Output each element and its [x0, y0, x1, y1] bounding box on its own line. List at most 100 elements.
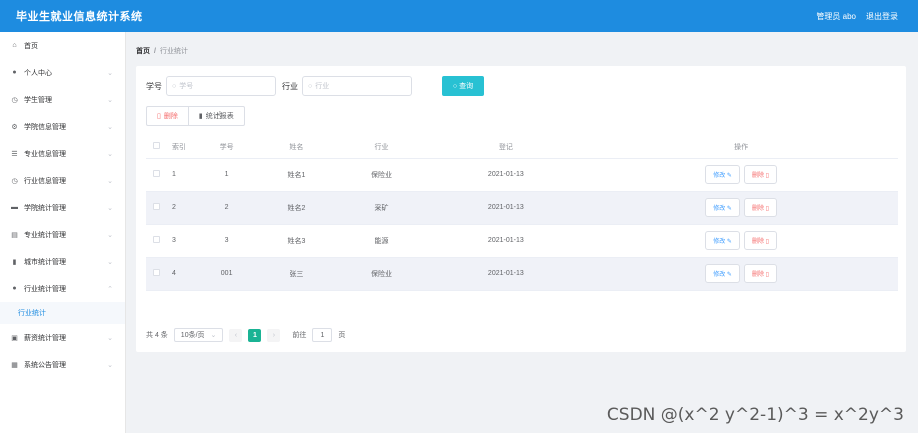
cell-name: 姓名3 — [257, 224, 336, 258]
cell-index: 3 — [166, 224, 196, 258]
sidebar-item-label: 专业信息管理 — [24, 150, 66, 158]
cell-xuehao: 1 — [196, 158, 258, 192]
sidebar-item-label: 学生管理 — [24, 96, 52, 104]
chevron-down-icon: ⌄ — [107, 258, 113, 266]
logout-link[interactable]: 退出登录 — [866, 11, 898, 22]
hand-cursor-icon: ☝ — [214, 110, 222, 122]
cell-name: 姓名2 — [257, 191, 336, 225]
pagination: 共 4 条 10条/页 ⌄ ‹ 1 › 前往 1 页 — [146, 328, 345, 342]
select-all-checkbox[interactable] — [146, 136, 166, 159]
sidebar-item-major-stats[interactable]: ▤ 专业统计管理 ⌄ — [0, 221, 125, 248]
edit-button[interactable]: 修改 ✎ — [705, 264, 740, 283]
chevron-down-icon: ⌄ — [107, 96, 113, 104]
sidebar-item-college-info[interactable]: ⚙ 学院信息管理 ⌄ — [0, 113, 125, 140]
cell-index: 1 — [166, 158, 196, 192]
home-icon: ⌂ — [12, 42, 17, 49]
sidebar-item-profile[interactable]: ● 个人中心 ⌄ — [0, 59, 125, 86]
sidebar-item-industry-info[interactable]: ◷ 行业信息管理 ⌄ — [0, 167, 125, 194]
cell-industry: 保险业 — [335, 257, 428, 291]
query-button-label: 查询 — [459, 83, 474, 90]
breadcrumb-separator: / — [154, 47, 156, 55]
row-delete-button[interactable]: 删除 ▯ — [743, 165, 777, 184]
cell-index: 2 — [166, 191, 196, 225]
sidebar: ⌂ 首页 ● 个人中心 ⌄ ◷ 学生管理 ⌄ ⚙ 学院信息管理 ⌄ ☰ 专业信息… — [0, 32, 126, 433]
row-delete-button[interactable]: 删除 ▯ — [743, 264, 777, 283]
edit-button[interactable]: 修改 ✎ — [705, 198, 740, 217]
breadcrumb-current: 行业统计 — [159, 48, 188, 55]
column-header: 操作 — [584, 136, 898, 159]
sidebar-item-college-stats[interactable]: ▬ 学院统计管理 ⌄ — [0, 194, 125, 221]
xuehao-input[interactable]: ○ 学号 — [166, 76, 276, 96]
cell-actions: 修改 ✎ 删除 ▯ — [584, 191, 898, 225]
breadcrumb-home[interactable]: 首页 — [136, 46, 150, 56]
bar-chart-icon: ▮ — [12, 258, 17, 266]
stat-report-button[interactable]: ▮ 统计报表 ☝ — [188, 106, 245, 126]
edit-button[interactable]: 修改 ✎ — [705, 165, 740, 184]
page-size-select[interactable]: 10条/页 ⌄ — [173, 328, 224, 342]
admin-user-label[interactable]: 管理员 abo — [816, 11, 856, 22]
chevron-down-icon: ⌄ — [107, 231, 113, 239]
search-icon: ○ — [308, 82, 313, 90]
gear-icon: ⚙ — [11, 123, 18, 131]
chevron-up-icon: ⌃ — [107, 285, 113, 293]
sidebar-item-salary-stats[interactable]: ▣ 薪资统计管理 ⌄ — [0, 324, 125, 351]
sidebar-item-label: 学院信息管理 — [24, 123, 66, 131]
breadcrumb: 首页 / 行业统计 — [136, 46, 188, 56]
hangye-input[interactable]: ○ 行业 — [302, 76, 412, 96]
sidebar-item-label: 行业统计管理 — [24, 285, 66, 293]
sidebar-item-home[interactable]: ⌂ 首页 — [0, 32, 125, 59]
chevron-down-icon: ⌄ — [107, 334, 113, 342]
briefcase-icon: ▬ — [11, 204, 18, 211]
sidebar-item-city-stats[interactable]: ▮ 城市统计管理 ⌄ — [0, 248, 125, 275]
sidebar-item-industry-stats[interactable]: ● 行业统计管理 ⌃ — [0, 275, 125, 302]
sidebar-item-label: 学院统计管理 — [24, 204, 66, 212]
document-icon: ▤ — [11, 231, 18, 239]
goto-page-input[interactable]: 1 — [312, 328, 333, 342]
cell-name: 姓名1 — [257, 158, 336, 192]
cell-xuehao: 2 — [196, 191, 258, 225]
row-delete-button[interactable]: 删除 ▯ — [743, 231, 777, 250]
next-page-button[interactable]: › — [267, 328, 281, 342]
user-icon: ● — [12, 69, 17, 76]
chevron-down-icon: ⌄ — [107, 204, 113, 212]
table-row: 3 3 姓名3 能源 2021-01-13 修改 ✎ 删除 ▯ — [146, 224, 898, 258]
cell-actions: 修改 ✎ 删除 ▯ — [584, 257, 898, 291]
action-row: ▯ 删除 ▮ 统计报表 ☝ — [146, 106, 245, 126]
sidebar-item-label: 城市统计管理 — [24, 258, 66, 266]
sidebar-item-students[interactable]: ◷ 学生管理 ⌄ — [0, 86, 125, 113]
row-checkbox[interactable] — [146, 224, 166, 258]
cell-index: 4 — [166, 257, 196, 291]
sliders-icon: ☰ — [11, 150, 18, 158]
sidebar-item-label: 专业统计管理 — [24, 231, 66, 239]
sidebar-item-notices[interactable]: ▦ 系统公告管理 ⌄ — [0, 351, 125, 378]
cell-industry: 保险业 — [335, 158, 428, 192]
sidebar-item-label: 首页 — [24, 42, 38, 50]
sidebar-subitem-industry-stat[interactable]: 行业统计 — [0, 302, 125, 324]
row-delete-button[interactable]: 删除 ▯ — [743, 198, 777, 217]
xuehao-label: 学号 — [146, 81, 162, 91]
cell-date: 2021-01-13 — [427, 158, 585, 192]
cell-actions: 修改 ✎ 删除 ▯ — [584, 158, 898, 192]
page-number-active[interactable]: 1 — [248, 328, 262, 342]
cell-date: 2021-01-13 — [427, 224, 585, 258]
edit-button[interactable]: 修改 ✎ — [705, 231, 740, 250]
bar-chart-icon: ▮ — [198, 113, 203, 120]
row-checkbox[interactable] — [146, 191, 166, 225]
row-checkbox[interactable] — [146, 257, 166, 291]
wallet-icon: ▣ — [11, 334, 18, 342]
query-button[interactable]: ○ 查询 — [442, 76, 484, 96]
xuehao-placeholder: 学号 — [179, 83, 194, 90]
prev-page-button[interactable]: ‹ — [229, 328, 243, 342]
row-checkbox[interactable] — [146, 158, 166, 192]
delete-button[interactable]: ▯ 删除 — [146, 106, 189, 126]
main-content: 首页 / 行业统计 学号 ○ 学号 行业 ○ 行业 ○ 查询 ▯ 删除 ▮ 统计… — [126, 32, 918, 433]
trash-icon: ▯ — [157, 113, 161, 120]
chevron-down-icon: ⌄ — [107, 361, 113, 369]
sidebar-item-major-info[interactable]: ☰ 专业信息管理 ⌄ — [0, 140, 125, 167]
column-header: 学号 — [196, 136, 258, 159]
hangye-label: 行业 — [282, 81, 298, 91]
clock-icon: ◷ — [11, 96, 18, 104]
watermark-text: CSDN @(x^2 y^2-1)^3 = x^2y^3 — [606, 405, 904, 425]
search-icon: ○ — [172, 82, 177, 90]
chevron-down-icon: ⌄ — [210, 332, 217, 339]
